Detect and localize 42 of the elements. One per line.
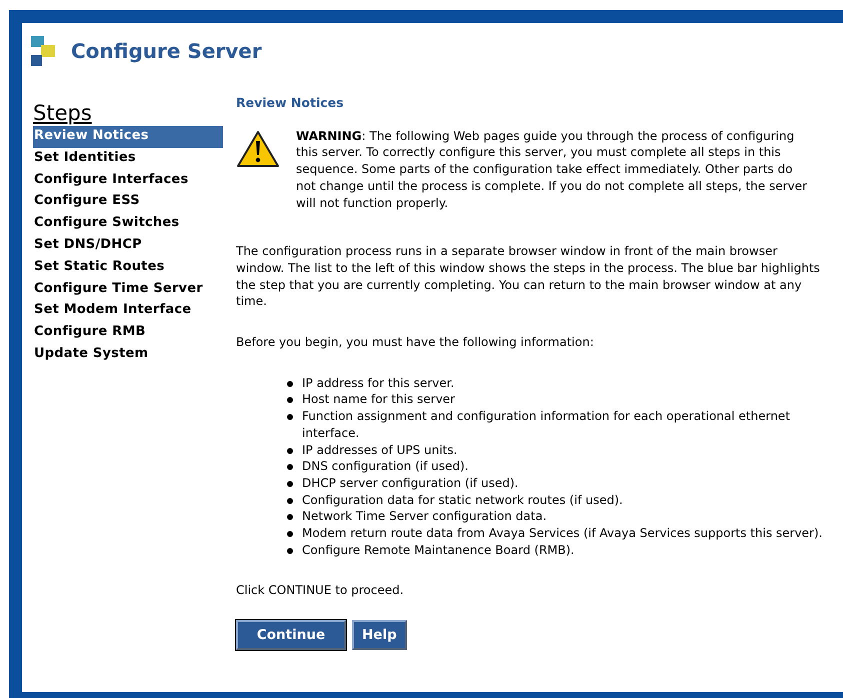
step-item[interactable]: Set Modem Interface — [33, 300, 223, 322]
requirement-text: Host name for this server — [302, 391, 455, 408]
bullet-icon — [287, 480, 293, 487]
warning-icon — [236, 130, 280, 168]
bullet-icon — [287, 531, 293, 538]
proceed-text: Click CONTINUE to proceed. — [236, 582, 405, 600]
bullet-icon — [287, 548, 293, 554]
requirement-text: Network Time Server configuration data. — [302, 508, 547, 526]
requirement-text: Configure Remote Maintanence Board (RMB). — [302, 542, 574, 558]
steps-heading: Steps — [33, 101, 93, 125]
bullet-icon — [287, 448, 293, 454]
logo-icon — [31, 36, 55, 66]
bullet-icon — [287, 380, 293, 387]
step-item[interactable]: Configure Time Server — [33, 278, 223, 300]
requirement-text: IP addresses of UPS units. — [302, 442, 458, 458]
page-title: Configure Server — [71, 39, 262, 63]
requirement-text: Configuration data for static network routes (if used). — [302, 492, 623, 508]
continue-button[interactable]: Continue — [236, 620, 346, 650]
warning-text: WARNING: The following Web pages guide you through the process of configuring this server. To correctly configure this server, you must complete all steps in this sequence. Some parts of the configuration take effect immediately. Other parts do not change until the process is complete. If you do not complete all steps, the server will not function properly. — [296, 128, 808, 212]
section-heading: Review Notices — [236, 95, 345, 112]
requirement-text: IP address for this server. — [302, 374, 454, 392]
help-button[interactable]: Help — [352, 620, 407, 650]
requirement-text: DNS configuration (if used). — [302, 458, 468, 475]
bullet-icon — [287, 464, 293, 470]
bullet-icon — [287, 414, 293, 420]
step-item[interactable]: Configure RMB — [33, 322, 223, 344]
requirement-text: Modem return route data from Avaya Services (if Avaya Services supports this server). — [302, 525, 822, 542]
step-item[interactable]: Configure Switches — [33, 213, 223, 235]
step-item[interactable]: Configure Interfaces — [33, 170, 223, 192]
bullet-icon — [287, 397, 293, 404]
requirement-text: Function assignment and configuration information for each operational ethernet interface. — [302, 408, 792, 442]
step-item[interactable]: Set Static Routes — [33, 256, 223, 279]
step-item[interactable]: Configure ESS — [33, 191, 223, 214]
requirement-text: DHCP server configuration (if used). — [302, 474, 518, 492]
step-item[interactable]: Review Notices — [33, 126, 223, 148]
bullet-icon — [287, 514, 293, 520]
bullet-icon — [287, 498, 293, 504]
step-item[interactable]: Update System — [33, 344, 223, 366]
intro-text: The configuration process runs in a separate browser window in front of the main browser window. The list to the left of this window shows the steps in the process. The blue bar highlights the step that you are currently completing. You can return to the main browser window at any time. — [236, 243, 821, 310]
step-item[interactable]: Set DNS/DHCP — [33, 234, 223, 257]
before-text: Before you begin, you must have the following information: — [236, 334, 595, 351]
step-item[interactable]: Set Identities — [33, 148, 223, 170]
